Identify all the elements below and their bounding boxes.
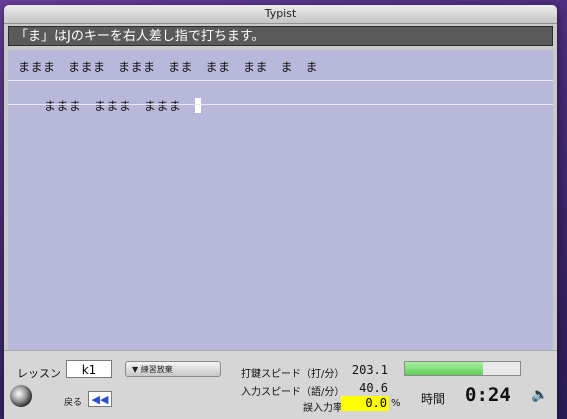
progress-bar [404, 361, 521, 376]
error-rate-unit: % [391, 398, 401, 409]
keystroke-speed-value: 203.1 [351, 363, 388, 377]
abandon-practice-button[interactable]: ▼ 練習放棄 [125, 361, 221, 377]
sample-text: ままま ままま ままま まま まま まま ま ま [18, 60, 319, 74]
time-label: 時間 [421, 392, 446, 406]
speaker-icon[interactable]: 🔈 [531, 387, 548, 403]
status-panel: レッスン k1 ▼ 練習放棄 戻る ◀◀ 打鍵スピード（打/分） 203.1 入… [4, 350, 557, 419]
typed-line[interactable]: ままま ままま ままま [18, 83, 202, 128]
lesson-field[interactable]: k1 [66, 360, 112, 378]
rewind-icon: ◀◀ [91, 393, 109, 406]
typing-area[interactable]: ままま ままま ままま まま まま まま ま ま ままま ままま ままま [8, 50, 553, 350]
input-speed-value: 40.6 [359, 381, 388, 395]
back-button[interactable]: ◀◀ [88, 391, 112, 407]
instruction-bar: 「ま」はJのキーを右人差し指で打ちます。 [8, 26, 553, 46]
lesson-label: レッスン [17, 367, 61, 380]
typist-window: Typist 「ま」はJのキーを右人差し指で打ちます。 ままま ままま ままま … [4, 5, 557, 419]
progress-fill [405, 362, 484, 375]
error-rate-value: 0.0 [341, 396, 389, 411]
error-rate-label: 誤入力率 [303, 403, 343, 414]
text-cursor [195, 98, 202, 113]
divider [8, 104, 553, 105]
divider [8, 80, 553, 81]
back-label: 戻る [64, 398, 83, 408]
typed-text: ままま ままま ままま [43, 99, 182, 113]
window-title: Typist [4, 5, 557, 24]
typist-logo-icon [10, 385, 32, 407]
time-value: 0:24 [465, 384, 511, 406]
